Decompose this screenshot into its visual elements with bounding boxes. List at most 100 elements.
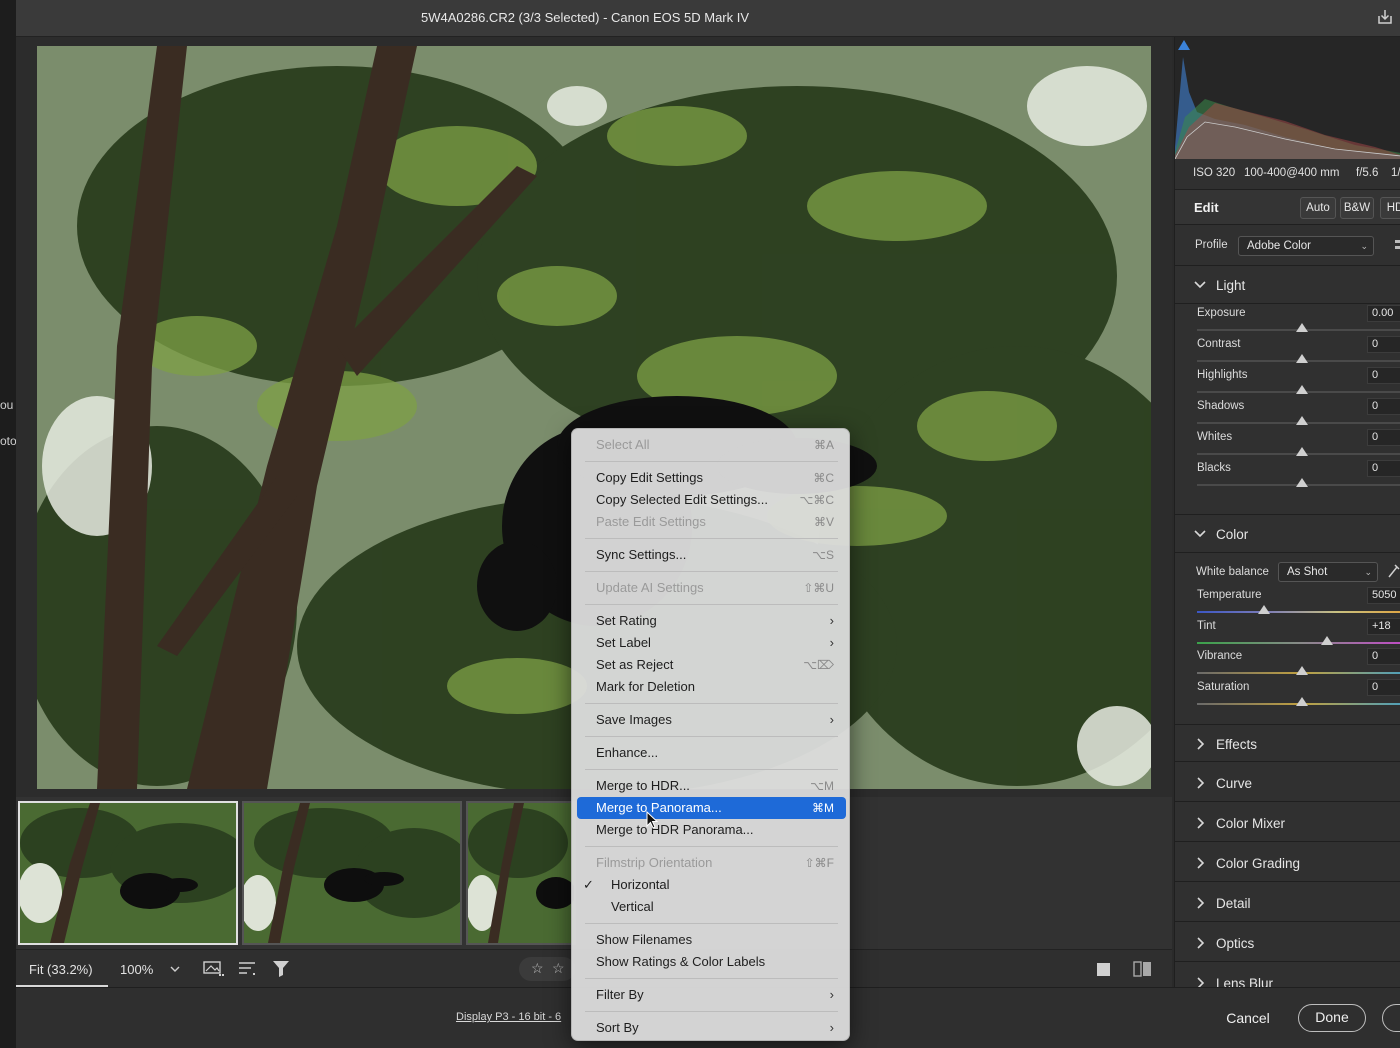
color-section-header[interactable]: Color (1175, 515, 1400, 553)
menu-item-show-filenames[interactable]: Show Filenames (577, 929, 846, 951)
cancel-button[interactable]: Cancel (1216, 1006, 1280, 1030)
menu-shortcut: ⌘M (812, 801, 834, 815)
star-icon[interactable]: ☆ (531, 960, 544, 977)
slider-value-input[interactable]: 0 (1367, 398, 1400, 415)
menu-item-copy-edit-settings[interactable]: Copy Edit Settings ⌘C (577, 467, 846, 489)
slider-tint[interactable]: Tint +18 (1175, 617, 1400, 648)
menu-item-show-ratings-color-labels[interactable]: Show Ratings & Color Labels (577, 951, 846, 973)
edit-panel: ISO 320 100-400@400 mm f/5.6 1/ Edit Aut… (1174, 37, 1400, 987)
profile-select[interactable]: Adobe Color ⌄ (1238, 236, 1374, 256)
zoom-100-button[interactable]: 100% (120, 962, 153, 977)
white-balance-select[interactable]: As Shot ⌄ (1278, 562, 1378, 582)
slider-label: Exposure (1197, 307, 1246, 319)
menu-item-merge-to-panorama[interactable]: Merge to Panorama... ⌘M (577, 797, 846, 819)
slider-handle[interactable] (1296, 354, 1308, 363)
fit-zoom-button[interactable]: Fit (33.2%) (29, 962, 93, 977)
menu-item-save-images[interactable]: Save Images › (577, 709, 846, 731)
slider-contrast[interactable]: Contrast 0 (1175, 335, 1400, 366)
slider-track[interactable] (1197, 611, 1400, 613)
slider-shadows[interactable]: Shadows 0 (1175, 397, 1400, 428)
section-optics[interactable]: Optics (1175, 924, 1400, 962)
slider-saturation[interactable]: Saturation 0 (1175, 678, 1400, 709)
menu-item-set-label[interactable]: Set Label › (577, 632, 846, 654)
slider-value-input[interactable]: 0 (1367, 460, 1400, 477)
menu-shortcut: ⌘C (813, 471, 834, 485)
slider-value-input[interactable]: 0 (1367, 648, 1400, 665)
slider-vibrance[interactable]: Vibrance 0 (1175, 647, 1400, 678)
slider-handle[interactable] (1296, 478, 1308, 487)
filmstrip-thumbnail[interactable] (18, 801, 238, 945)
menu-item-merge-to-hdr[interactable]: Merge to HDR... ⌥M (577, 775, 846, 797)
section-color-mixer[interactable]: Color Mixer (1175, 804, 1400, 842)
menu-item-copy-selected-edit-settings[interactable]: Copy Selected Edit Settings... ⌥⌘C (577, 489, 846, 511)
slider-track[interactable] (1197, 642, 1400, 644)
bw-button[interactable]: B&W (1340, 197, 1374, 219)
slider-handle[interactable] (1296, 385, 1308, 394)
rating-filter[interactable]: ☆ ☆ (519, 957, 575, 981)
chevron-down-icon: ⌄ (1364, 567, 1372, 577)
filmstrip-thumbnail[interactable] (242, 801, 462, 945)
section-color-grading[interactable]: Color Grading (1175, 844, 1400, 882)
slider-handle[interactable] (1258, 605, 1271, 614)
compare-view-icon[interactable] (1133, 960, 1153, 978)
slider-exposure[interactable]: Exposure 0.00 (1175, 304, 1400, 335)
menu-item-select-all: Select All ⌘A (577, 434, 846, 456)
menu-item-merge-to-hdr-panorama[interactable]: Merge to HDR Panorama... (577, 819, 846, 841)
slider-value-input[interactable]: 0 (1367, 336, 1400, 353)
menu-item-enhance[interactable]: Enhance... (577, 742, 846, 764)
slider-whites[interactable]: Whites 0 (1175, 428, 1400, 459)
menu-item-horizontal[interactable]: Horizontal ✓ (577, 874, 846, 896)
filter-icon[interactable] (272, 960, 292, 978)
sort-icon[interactable] (238, 961, 258, 977)
light-section-header[interactable]: Light (1175, 266, 1400, 304)
star-icon[interactable]: ☆ (552, 960, 565, 977)
slider-highlights[interactable]: Highlights 0 (1175, 366, 1400, 397)
slider-value-input[interactable]: 0 (1367, 367, 1400, 384)
slider-value-input[interactable]: +18 (1367, 618, 1400, 635)
slider-handle[interactable] (1296, 447, 1308, 456)
done-button[interactable]: Done (1298, 1004, 1366, 1032)
menu-item-vertical[interactable]: Vertical (577, 896, 846, 918)
open-button[interactable] (1382, 1004, 1400, 1032)
chevron-right-icon: › (829, 613, 834, 628)
slider-blacks[interactable]: Blacks 0 (1175, 459, 1400, 490)
slider-value-input[interactable]: 5050 (1367, 587, 1400, 604)
slider-label: Saturation (1197, 681, 1250, 693)
thumbnail-view-icon[interactable] (203, 960, 225, 978)
menu-shortcut: ⌘A (813, 438, 834, 452)
menu-item-set-as-reject[interactable]: Set as Reject ⌥⌦ (577, 654, 846, 676)
menu-separator (585, 461, 838, 462)
slider-value-input[interactable]: 0 (1367, 429, 1400, 446)
section-effects[interactable]: Effects (1175, 724, 1400, 762)
slider-handle[interactable] (1296, 697, 1308, 706)
slider-value-input[interactable]: 0 (1367, 679, 1400, 696)
filmstrip-thumbnail[interactable] (466, 801, 576, 945)
profile-browser-icon[interactable] (1395, 239, 1400, 253)
eyedropper-icon[interactable] (1387, 563, 1400, 579)
zoom-dropdown-chevron-icon[interactable] (169, 964, 181, 974)
single-view-icon[interactable] (1096, 962, 1112, 978)
workflow-options-link[interactable]: Display P3 - 16 bit - 6 (456, 1011, 561, 1023)
menu-item-label: Filmstrip Orientation (596, 855, 713, 870)
slider-handle[interactable] (1296, 416, 1308, 425)
menu-item-sort-by[interactable]: Sort By › (577, 1017, 846, 1039)
slider-handle[interactable] (1296, 323, 1308, 332)
shadow-clipping-icon[interactable] (1177, 39, 1191, 51)
section-title: Curve (1216, 776, 1253, 791)
section-lens-blur[interactable]: Lens Blur (1175, 964, 1400, 987)
export-icon[interactable] (1376, 8, 1394, 26)
section-detail[interactable]: Detail (1175, 884, 1400, 922)
auto-button[interactable]: Auto (1300, 197, 1336, 219)
slider-handle[interactable] (1321, 636, 1334, 645)
slider-value-input[interactable]: 0.00 (1367, 305, 1400, 322)
menu-item-filter-by[interactable]: Filter By › (577, 984, 846, 1006)
hdr-button[interactable]: HD (1380, 197, 1400, 219)
profile-label: Profile (1195, 239, 1228, 251)
menu-item-sync-settings[interactable]: Sync Settings... ⌥S (577, 544, 846, 566)
slider-temperature[interactable]: Temperature 5050 (1175, 586, 1400, 617)
menu-item-mark-for-deletion[interactable]: Mark for Deletion (577, 676, 846, 698)
menu-item-set-rating[interactable]: Set Rating › (577, 610, 846, 632)
menu-item-label: Set as Reject (596, 657, 674, 672)
slider-handle[interactable] (1296, 666, 1308, 675)
section-curve[interactable]: Curve (1175, 764, 1400, 802)
